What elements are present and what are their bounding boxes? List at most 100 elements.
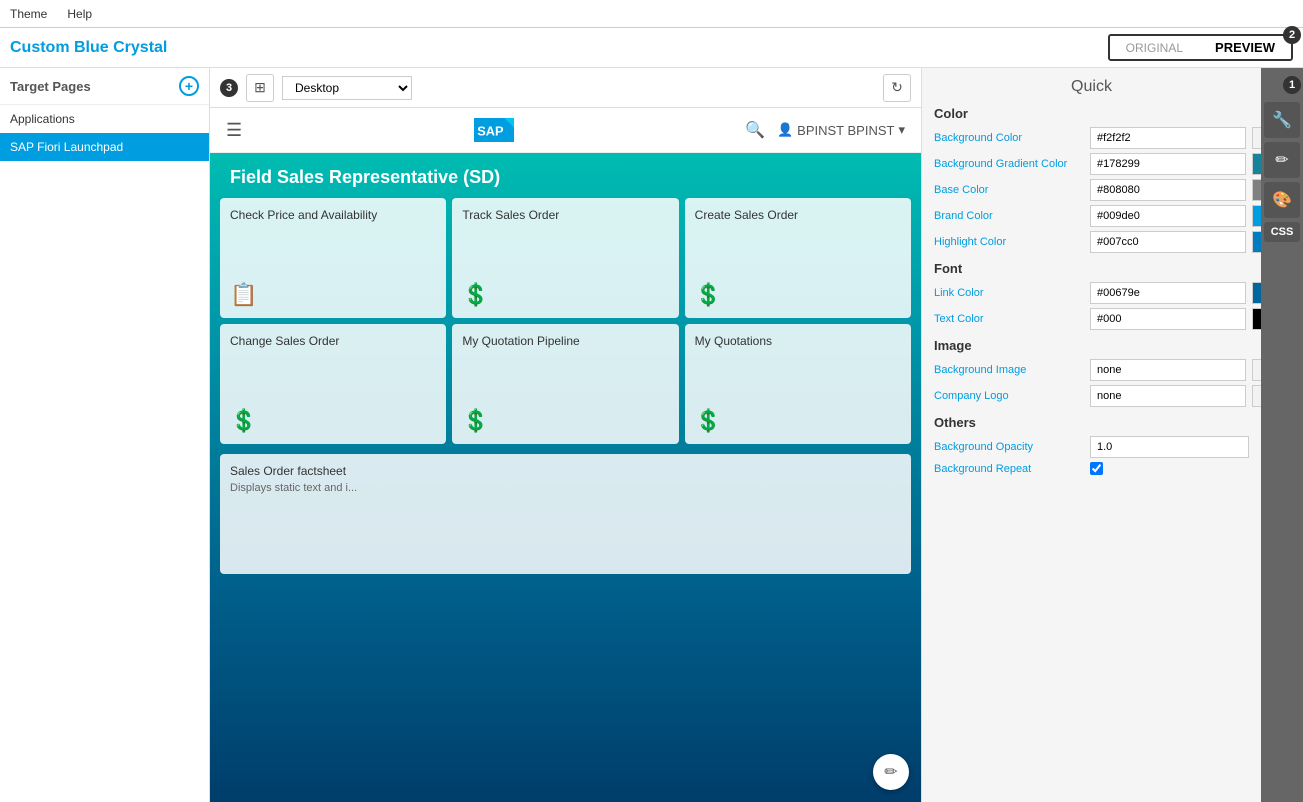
tile-change-sales[interactable]: Change Sales Order 💲 (220, 324, 446, 444)
edit-fab-button[interactable]: ✏ (873, 754, 909, 790)
menu-bar: Theme Help (0, 0, 1303, 28)
brand-color-input[interactable] (1090, 205, 1246, 227)
tile-title: Create Sales Order (695, 208, 901, 222)
preview-button[interactable]: PREVIEW (1199, 36, 1291, 59)
original-button[interactable]: ORIGINAL (1110, 36, 1199, 59)
bg-gradient-input[interactable] (1090, 153, 1246, 175)
bg-image-input[interactable] (1090, 359, 1246, 381)
sidebar-header: Target Pages + (0, 68, 209, 105)
main-layout: Target Pages + Applications SAP Fiori La… (0, 68, 1303, 802)
bg-repeat-checkbox[interactable] (1090, 462, 1103, 475)
company-logo-input[interactable] (1090, 385, 1246, 407)
tile-factsheet[interactable]: Sales Order factsheet Displays static te… (220, 454, 911, 574)
base-color-input[interactable] (1090, 179, 1246, 201)
bg-gradient-label[interactable]: Background Gradient Color (934, 158, 1084, 170)
right-tools: 1 🔧 ✏ 🎨 CSS (1261, 68, 1303, 802)
badge-1: 1 (1283, 76, 1301, 94)
font-section-title: Font (934, 261, 1249, 276)
bg-gradient-row: Background Gradient Color (934, 153, 1249, 175)
user-name: BPINST BPINST (797, 123, 894, 138)
image-section-title: Image (934, 338, 1249, 353)
quick-title: Quick (934, 78, 1249, 96)
device-select[interactable]: Desktop Tablet Mobile (282, 76, 412, 100)
preview-container: ☰ SAP 🔍 👤 BPINST BPINST ▾ (210, 108, 921, 802)
sap-nav-right: 🔍 👤 BPINST BPINST ▾ (745, 120, 905, 140)
tile-icon: 💲 (462, 282, 489, 308)
tile-create-sales[interactable]: Create Sales Order 💲 (685, 198, 911, 318)
bg-repeat-checkbox-container (1090, 462, 1103, 475)
bg-image-label[interactable]: Background Image (934, 364, 1084, 376)
tile-title: Change Sales Order (230, 334, 436, 348)
highlight-color-label[interactable]: Highlight Color (934, 236, 1084, 248)
text-color-swatch[interactable] (1252, 308, 1261, 330)
tile-track-sales[interactable]: Track Sales Order 💲 (452, 198, 678, 318)
user-icon: 👤 (777, 122, 793, 138)
settings-tool-button[interactable]: 🔧 (1264, 102, 1300, 138)
link-color-row: Link Color (934, 282, 1249, 304)
css-tool-button[interactable]: CSS (1264, 222, 1300, 242)
tile-my-quotations[interactable]: My Quotations 💲 (685, 324, 911, 444)
sidebar-title: Target Pages (10, 79, 91, 94)
badge-2: 2 (1283, 26, 1301, 44)
bg-opacity-label[interactable]: Background Opacity (934, 441, 1084, 453)
text-color-row: Text Color (934, 308, 1249, 330)
tile-icon: 💲 (695, 408, 722, 434)
highlight-color-input[interactable] (1090, 231, 1246, 253)
base-color-label[interactable]: Base Color (934, 184, 1084, 196)
text-color-label[interactable]: Text Color (934, 313, 1084, 325)
tile-bottom: 💲 (695, 408, 901, 434)
app-title: Custom Blue Crystal (10, 39, 167, 57)
brand-color-swatch[interactable] (1252, 205, 1261, 227)
edit-tool-button[interactable]: ✏ (1264, 142, 1300, 178)
base-color-swatch[interactable] (1252, 179, 1261, 201)
tile-bottom: 💲 (462, 408, 668, 434)
search-icon[interactable]: 🔍 (745, 120, 765, 140)
brand-color-row: Brand Color (934, 205, 1249, 227)
link-color-input[interactable] (1090, 282, 1246, 304)
paint-icon: 🎨 (1272, 190, 1292, 210)
base-color-row: Base Color (934, 179, 1249, 201)
tile-bottom: 💲 (230, 408, 436, 434)
tile-check-price[interactable]: Check Price and Availability 📋 (220, 198, 446, 318)
user-chevron-icon: ▾ (898, 122, 905, 138)
preview-toggle-container: ORIGINAL PREVIEW 2 (1108, 34, 1293, 61)
bg-color-row: Background Color (934, 127, 1249, 149)
highlight-color-swatch[interactable] (1252, 231, 1261, 253)
tile-bottom: 📋 (230, 282, 436, 308)
company-logo-label[interactable]: Company Logo (934, 390, 1084, 402)
bg-color-label[interactable]: Background Color (934, 132, 1084, 144)
tile-title: My Quotation Pipeline (462, 334, 668, 348)
paint-tool-button[interactable]: 🎨 (1264, 182, 1300, 218)
highlight-color-row: Highlight Color (934, 231, 1249, 253)
tile-icon: 📋 (230, 282, 257, 308)
bg-image-swatch[interactable] (1252, 359, 1261, 381)
layout-icon[interactable]: ⊞ (246, 74, 274, 102)
tile-icon: 💲 (230, 408, 257, 434)
sidebar-add-button[interactable]: + (179, 76, 199, 96)
left-sidebar: Target Pages + Applications SAP Fiori La… (0, 68, 210, 802)
right-panel: Quick Color Background Color Background … (921, 68, 1261, 802)
brand-color-label[interactable]: Brand Color (934, 210, 1084, 222)
tile-icon: 💲 (695, 282, 722, 308)
refresh-button[interactable]: ↻ (883, 74, 911, 102)
company-logo-swatch[interactable] (1252, 385, 1261, 407)
bg-opacity-input[interactable] (1090, 436, 1249, 458)
tile-title: My Quotations (695, 334, 901, 348)
text-color-input[interactable] (1090, 308, 1246, 330)
bg-repeat-label[interactable]: Background Repeat (934, 463, 1084, 475)
bg-color-input[interactable] (1090, 127, 1246, 149)
sap-preview: ☰ SAP 🔍 👤 BPINST BPINST ▾ (210, 108, 921, 802)
link-color-label[interactable]: Link Color (934, 287, 1084, 299)
link-color-swatch[interactable] (1252, 282, 1261, 304)
tile-bottom: 💲 (462, 282, 668, 308)
menu-help[interactable]: Help (67, 7, 92, 21)
wide-tile-title: Sales Order factsheet (230, 464, 901, 478)
tile-quotation-pipeline[interactable]: My Quotation Pipeline 💲 (452, 324, 678, 444)
bg-gradient-swatch[interactable] (1252, 153, 1261, 175)
hamburger-icon[interactable]: ☰ (226, 120, 242, 141)
bg-color-swatch[interactable] (1252, 127, 1261, 149)
sidebar-item-applications[interactable]: Applications (0, 105, 209, 133)
sidebar-item-sap-fiori[interactable]: SAP Fiori Launchpad (0, 133, 209, 161)
user-menu[interactable]: 👤 BPINST BPINST ▾ (777, 122, 905, 138)
menu-theme[interactable]: Theme (10, 7, 47, 21)
